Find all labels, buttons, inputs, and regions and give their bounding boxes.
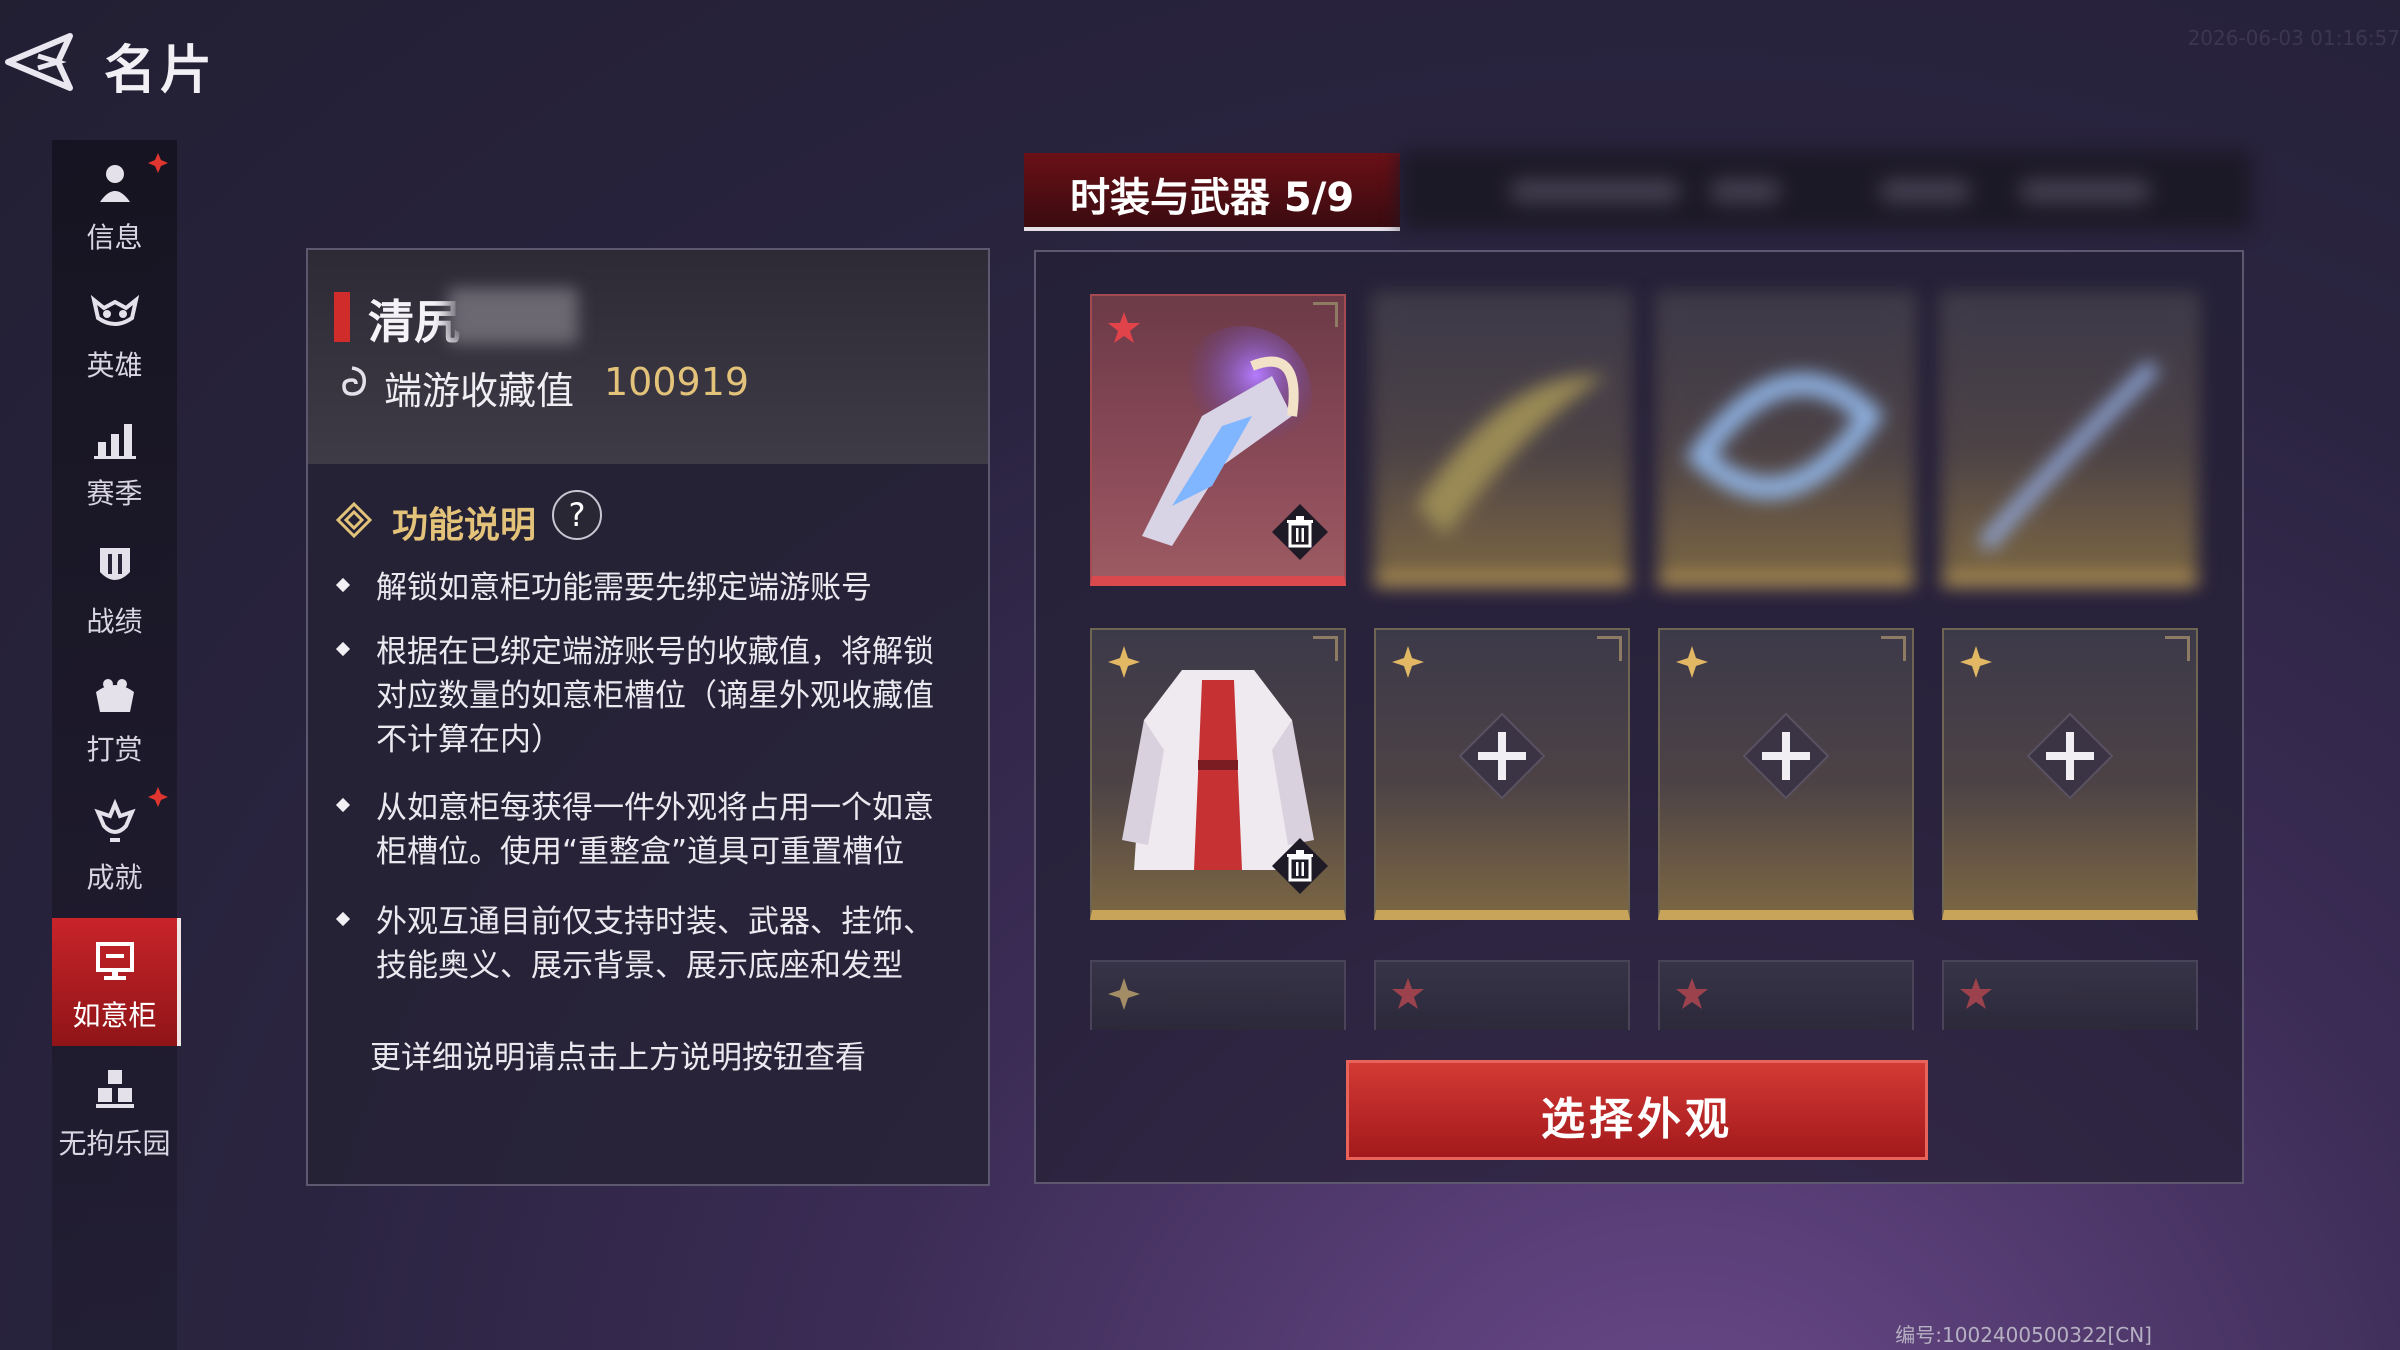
back-button[interactable] bbox=[0, 28, 80, 98]
swirl-icon bbox=[342, 366, 366, 396]
slot-weapon[interactable] bbox=[1090, 294, 1346, 586]
gift-icon bbox=[96, 679, 134, 712]
weapon-icon bbox=[1416, 375, 1606, 536]
slot-empty[interactable] bbox=[1658, 628, 1914, 920]
instruction-text: 从如意柜每获得一件外观将占用一个如意柜槽位。使用“重整盒”道具可重置槽位 bbox=[376, 790, 934, 870]
slots-panel bbox=[1034, 250, 2244, 1184]
corner-ornament bbox=[1881, 636, 1906, 661]
footer-id: 编号:1002400500322[CN] bbox=[1895, 1323, 2152, 1347]
add-icon bbox=[2026, 712, 2114, 800]
slot-locked bbox=[1090, 960, 1346, 1030]
cubes-icon bbox=[96, 1070, 134, 1108]
info-panel: 清尻 端游收藏值 100919 功能说明 ? 解锁如意柜功能需要先绑定端游账号 … bbox=[306, 248, 990, 1186]
bullet-icon bbox=[335, 577, 351, 593]
star-icon bbox=[1960, 978, 1992, 1009]
shuriken-icon bbox=[1392, 646, 1424, 678]
sidebar-item-label: 战绩 bbox=[86, 605, 143, 638]
shuriken-icon bbox=[1960, 646, 1992, 678]
shield-icon bbox=[100, 548, 130, 580]
sidebar-item-hero[interactable]: 英雄 bbox=[52, 268, 177, 396]
slot-locked bbox=[1374, 960, 1630, 1030]
trash-icon[interactable] bbox=[1270, 836, 1330, 896]
cabinet-icon bbox=[96, 942, 134, 980]
sidebar-item-label: 成就 bbox=[86, 861, 143, 894]
sidebar-item-season[interactable]: 赛季 bbox=[52, 396, 177, 524]
select-appearance-label: 选择外观 bbox=[1541, 1094, 1733, 1145]
top-bar: 名片 2026-06-03 01:16:57 bbox=[0, 0, 2400, 120]
sidebar-item-reward[interactable]: 打赏 bbox=[52, 652, 177, 780]
corner-ornament bbox=[2165, 636, 2190, 661]
select-appearance-button[interactable]: 选择外观 bbox=[1346, 1060, 1928, 1160]
trophy-icon bbox=[94, 798, 136, 842]
sidebar-item-label: 无拘乐园 bbox=[58, 1127, 171, 1160]
slot-weapon-redacted[interactable] bbox=[1374, 294, 1630, 586]
timestamp: 2026-06-03 01:16:57 bbox=[2187, 26, 2400, 50]
instructions-title: 功能说明 bbox=[392, 505, 537, 546]
diamond-icon bbox=[336, 502, 372, 538]
sidebar-item-records[interactable]: 战绩 bbox=[52, 524, 177, 652]
bullet-icon bbox=[335, 641, 351, 657]
bullet-icon bbox=[335, 911, 351, 927]
slot-weapon-redacted[interactable] bbox=[1658, 294, 1914, 586]
sidebar-item-cabinet[interactable]: 如意柜 bbox=[52, 918, 181, 1046]
notification-badge-icon bbox=[148, 787, 168, 807]
instruction-text: 根据在已绑定端游账号的收藏值，将解锁对应数量的如意柜槽位（谪星外观收藏值不计算在… bbox=[376, 634, 934, 758]
notification-badge-icon bbox=[148, 153, 168, 173]
shuriken-icon bbox=[1108, 978, 1140, 1010]
bullet-icon bbox=[335, 797, 351, 813]
page-title: 名片 bbox=[104, 41, 217, 101]
person-icon bbox=[100, 165, 130, 202]
sidebar-item-label: 如意柜 bbox=[72, 999, 157, 1032]
sidebar-item-info[interactable]: 信息 bbox=[52, 140, 177, 268]
add-icon bbox=[1458, 712, 1546, 800]
slot-locked bbox=[1942, 960, 2198, 1030]
slot-locked bbox=[1658, 960, 1914, 1030]
add-icon bbox=[1742, 712, 1830, 800]
sidebar-item-label: 英雄 bbox=[86, 349, 143, 382]
slot-outfit[interactable] bbox=[1090, 628, 1346, 920]
tab-label: 时装与武器 5/9 bbox=[1070, 175, 1355, 221]
profile-header: 清尻 端游收藏值 100919 bbox=[308, 250, 988, 464]
sidebar-item-label: 赛季 bbox=[86, 477, 143, 510]
collection-label: 端游收藏值 bbox=[384, 369, 575, 413]
slot-empty[interactable] bbox=[1942, 628, 2198, 920]
star-icon bbox=[1392, 978, 1424, 1009]
weapon-icon bbox=[1685, 373, 1885, 499]
back-arrow-icon bbox=[5, 33, 73, 91]
corner-ornament bbox=[1597, 636, 1622, 661]
name-redaction bbox=[448, 288, 578, 344]
star-icon bbox=[1676, 978, 1708, 1009]
slot-weapon-redacted[interactable] bbox=[1942, 294, 2198, 586]
sidebar: 信息 英雄 赛季 战绩 打赏 成就 如意柜 无拘乐园 bbox=[52, 140, 181, 1350]
weapon-icon bbox=[1977, 360, 2160, 552]
instruction-text: 解锁如意柜功能需要先绑定端游账号 bbox=[376, 570, 872, 606]
sidebar-item-label: 信息 bbox=[86, 221, 143, 254]
shuriken-icon bbox=[1676, 646, 1708, 678]
trash-icon[interactable] bbox=[1270, 502, 1330, 562]
tab-bar-redacted bbox=[1400, 150, 2252, 230]
tab-fashion-weapons[interactable]: 时装与武器 5/9 bbox=[1024, 153, 1400, 231]
help-button[interactable]: ? bbox=[552, 490, 602, 540]
slot-empty[interactable] bbox=[1374, 628, 1630, 920]
sidebar-item-park[interactable]: 无拘乐园 bbox=[52, 1046, 177, 1174]
sidebar-item-achievement[interactable]: 成就 bbox=[52, 780, 177, 908]
sidebar-item-label: 打赏 bbox=[86, 733, 143, 766]
bar-chart-icon bbox=[94, 424, 136, 459]
instruction-text: 外观互通目前仅支持时装、武器、挂饰、技能奥义、展示背景、展示底座和发型 bbox=[376, 904, 934, 984]
more-info-text: 更详细说明请点击上方说明按钮查看 bbox=[370, 1040, 866, 1076]
player-name: 清尻 bbox=[368, 295, 460, 349]
name-accent-bar bbox=[334, 292, 350, 342]
mask-icon bbox=[90, 294, 140, 326]
collection-value: 100919 bbox=[604, 360, 750, 404]
